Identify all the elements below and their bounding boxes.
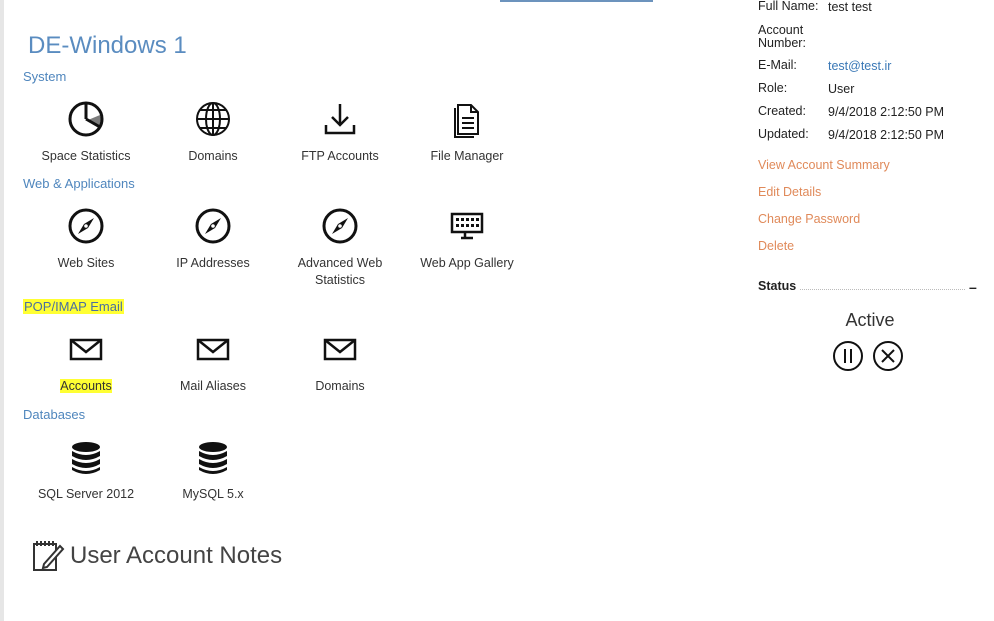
group-title-system: System [23, 69, 67, 84]
tile-email-accounts[interactable]: Accounts [23, 329, 149, 395]
tile-label: Accounts [60, 379, 112, 393]
tile-label: Advanced Web Statistics [297, 256, 383, 287]
tile-domains[interactable]: Domains [150, 99, 276, 165]
tile-web-app-gallery[interactable]: Web App Gallery [404, 206, 530, 272]
tile-label: Mail Aliases [180, 379, 246, 393]
info-value-full-name: test test [828, 0, 872, 14]
divider [800, 289, 965, 290]
info-value-created: 9/4/2018 2:12:50 PM [828, 105, 945, 119]
tile-label: Space Statistics [41, 149, 131, 163]
database-icon [66, 437, 106, 477]
info-value-role: User [828, 82, 855, 96]
pause-button[interactable] [832, 340, 864, 372]
group-title-databases: Databases [23, 407, 86, 422]
info-label: E-Mail: [758, 58, 797, 72]
view-account-summary-link[interactable]: View Account Summary [758, 158, 890, 172]
tile-space-statistics[interactable]: Space Statistics [23, 99, 149, 165]
document-icon [447, 99, 487, 139]
status-value: Active [845, 310, 895, 330]
info-label: Full Name: [758, 0, 819, 13]
globe-icon [193, 99, 233, 139]
tile-label: MySQL 5.x [182, 487, 244, 501]
download-icon [320, 99, 360, 139]
delete-link[interactable]: Delete [758, 239, 794, 253]
tile-mail-domains[interactable]: Domains [277, 329, 403, 395]
info-value-email[interactable]: test@test.ir [828, 59, 891, 73]
pause-circle-icon [832, 340, 864, 372]
collapse-status-button[interactable]: – [969, 279, 977, 295]
compass-icon [66, 206, 106, 246]
tile-label: File Manager [430, 149, 504, 163]
envelope-icon [320, 329, 360, 369]
tile-sql-server-2012[interactable]: SQL Server 2012 [23, 437, 149, 503]
info-label: Created: [758, 104, 806, 118]
keyboard-monitor-icon [447, 206, 487, 246]
notes-title: User Account Notes [70, 542, 283, 569]
info-value-updated: 9/4/2018 2:12:50 PM [828, 128, 945, 142]
user-account-notes-header: User Account Notes [30, 538, 282, 574]
status-title: Status [758, 279, 797, 293]
envelope-icon [193, 329, 233, 369]
cancel-circle-icon [872, 340, 904, 372]
tile-file-manager[interactable]: File Manager [404, 99, 530, 165]
tile-ftp-accounts[interactable]: FTP Accounts [277, 99, 403, 165]
tile-advanced-web-statistics[interactable]: Advanced Web Statistics [277, 206, 403, 289]
tile-label: Web App Gallery [420, 256, 514, 270]
compass-icon [193, 206, 233, 246]
tile-label: Domains [188, 149, 238, 163]
database-icon [193, 437, 233, 477]
envelope-icon [66, 329, 106, 369]
tile-label: FTP Accounts [301, 149, 379, 163]
top-tab-indicator [500, 0, 653, 2]
group-title-web-applications: Web & Applications [23, 176, 135, 191]
tile-label: IP Addresses [176, 256, 250, 270]
compass-icon [320, 206, 360, 246]
tile-label: SQL Server 2012 [37, 487, 135, 501]
info-label: Role: [758, 81, 788, 95]
info-label: Updated: [758, 127, 809, 141]
tile-ip-addresses[interactable]: IP Addresses [150, 206, 276, 272]
status-section-header: Status – [758, 279, 980, 295]
group-title-pop-imap-email: POP/IMAP Email [23, 299, 124, 314]
edit-details-link[interactable]: Edit Details [758, 185, 821, 199]
pie-chart-icon [66, 99, 106, 139]
cancel-button[interactable] [872, 340, 904, 372]
page-left-border [0, 0, 4, 621]
tile-mysql-5x[interactable]: MySQL 5.x [150, 437, 276, 503]
tile-web-sites[interactable]: Web Sites [23, 206, 149, 272]
space-title: DE-Windows 1 [28, 32, 187, 59]
info-label: Account Number: [758, 23, 806, 50]
change-password-link[interactable]: Change Password [758, 212, 860, 226]
tile-label: Web Sites [57, 256, 115, 270]
tile-label: Domains [315, 379, 365, 393]
tile-mail-aliases[interactable]: Mail Aliases [150, 329, 276, 395]
edit-note-icon [30, 538, 66, 574]
